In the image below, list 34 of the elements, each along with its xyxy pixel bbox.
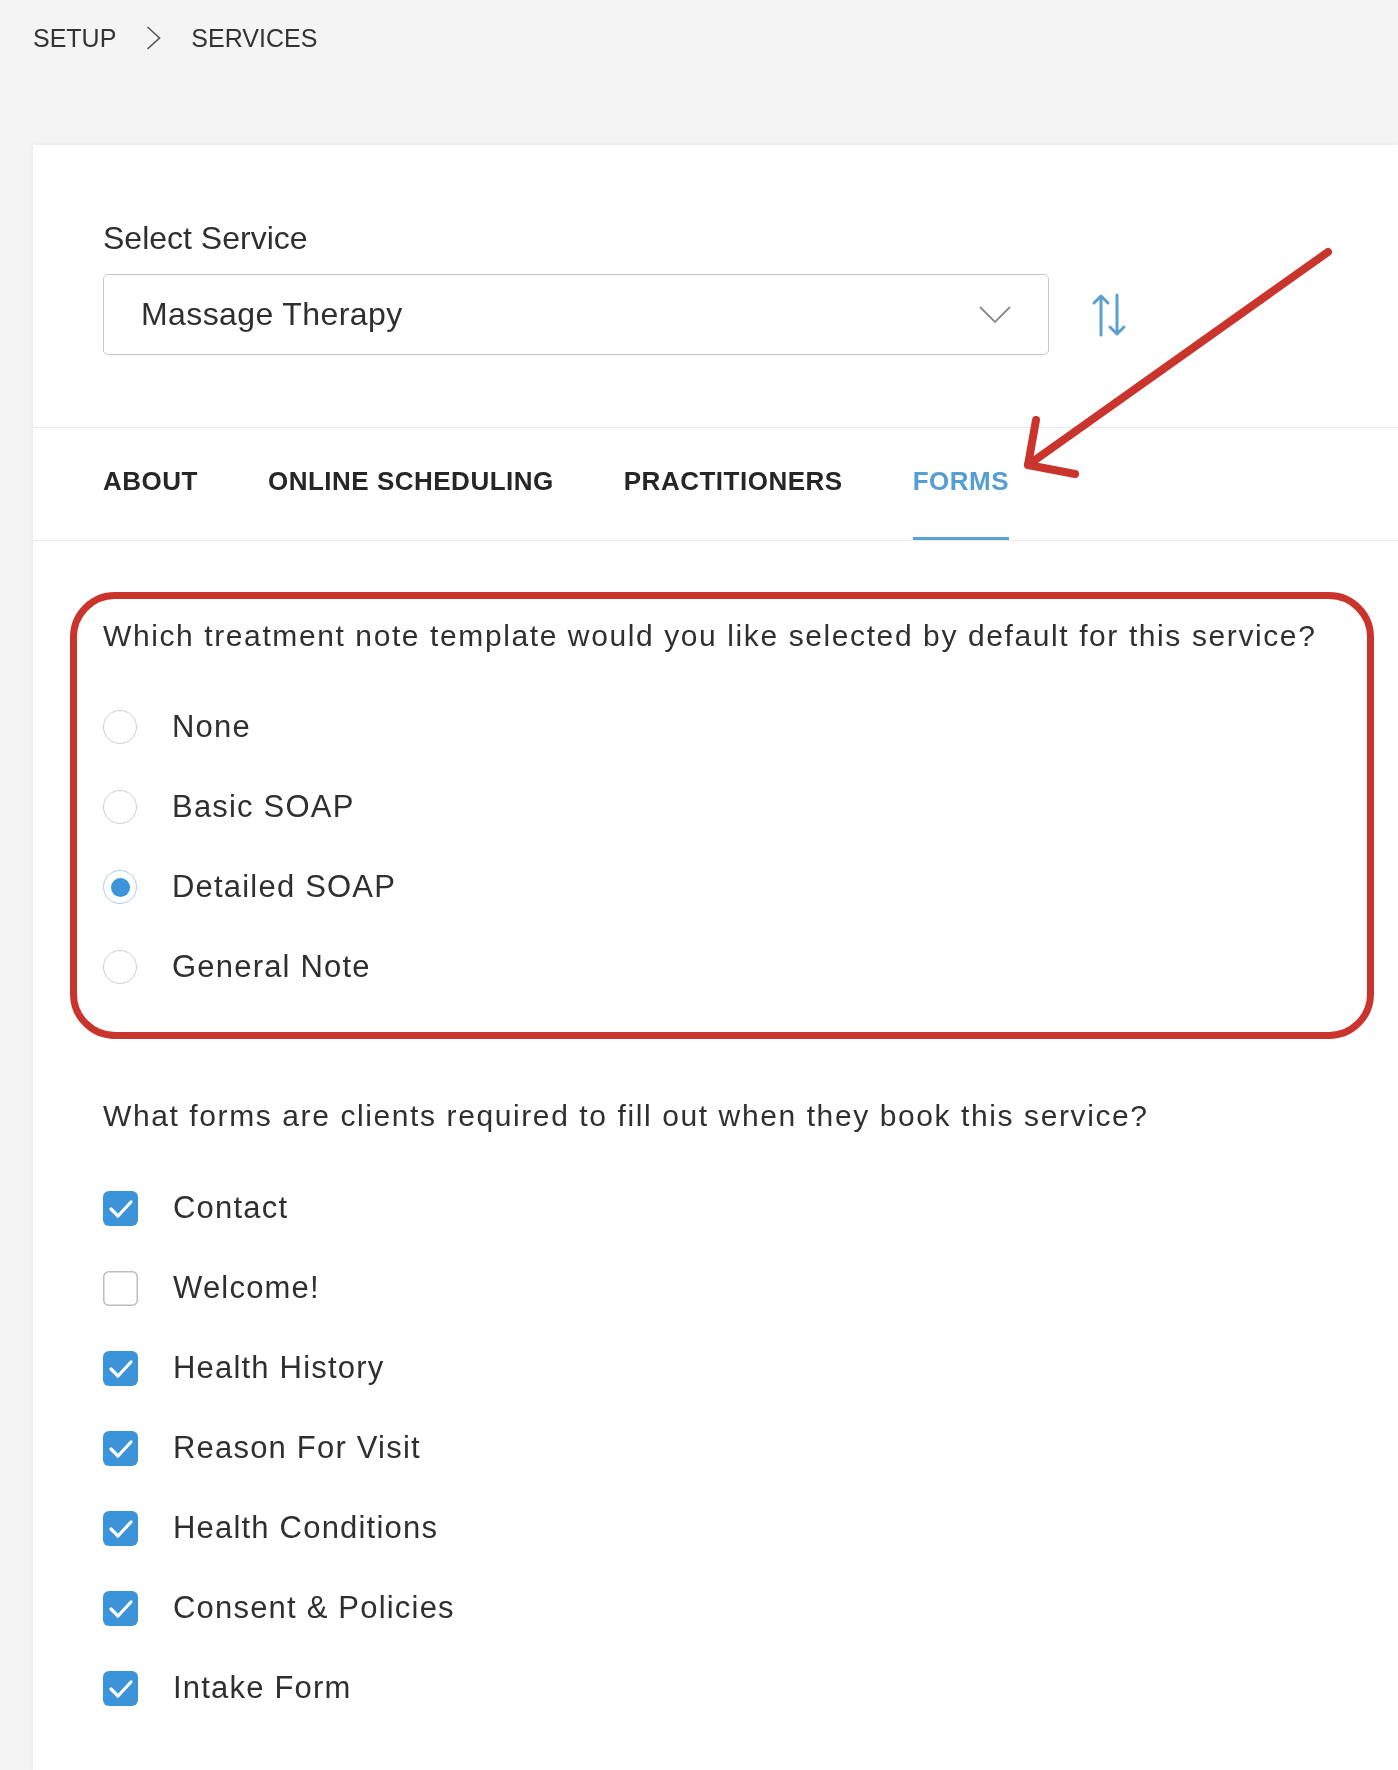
tab[interactable]: ONLINE SCHEDULING (267, 428, 554, 540)
chevron-down-icon (979, 306, 1011, 323)
checkbox[interactable] (103, 1270, 138, 1306)
checkbox[interactable] (103, 1590, 138, 1626)
breadcrumb-current: SERVICES (191, 23, 318, 54)
radio-label[interactable]: Basic SOAP (172, 787, 355, 827)
checkbox-label[interactable]: Intake Form (173, 1668, 352, 1708)
question-text: What forms are clients required to fill out when they book this service? (103, 1098, 1149, 1134)
checkbox[interactable] (103, 1510, 138, 1546)
tab[interactable]: ABOUT (103, 428, 198, 540)
chevron-right-icon (146, 26, 162, 50)
radio-button[interactable] (103, 790, 137, 824)
field-label: Select Service (103, 219, 308, 258)
radio-label[interactable]: General Note (172, 947, 371, 987)
checkbox-label[interactable]: Contact (173, 1188, 289, 1228)
radio-button[interactable] (103, 710, 137, 744)
checkbox-label[interactable]: Consent & Policies (173, 1588, 455, 1628)
checkbox-label[interactable]: Reason For Visit (173, 1428, 421, 1468)
radio-button[interactable] (103, 950, 137, 984)
checkbox[interactable] (103, 1190, 138, 1226)
checkbox[interactable] (103, 1670, 138, 1706)
checkbox-label[interactable]: Health Conditions (173, 1508, 439, 1548)
radio-label[interactable]: Detailed SOAP (172, 867, 397, 907)
tab[interactable]: PRACTITIONERS (623, 428, 843, 540)
service-select[interactable]: Massage Therapy (103, 274, 1049, 355)
checkbox[interactable] (103, 1350, 138, 1386)
checkbox-label[interactable]: Welcome! (173, 1268, 320, 1308)
radio-button[interactable] (103, 870, 137, 904)
breadcrumb-link[interactable]: SETUP (33, 22, 117, 54)
checkbox-label[interactable]: Health History (173, 1348, 385, 1388)
checkbox[interactable] (103, 1430, 138, 1466)
question-text: Which treatment note template would you like selected by default for this service? (103, 618, 1317, 654)
radio-label[interactable]: None (172, 707, 251, 747)
sort-icon[interactable] (1091, 292, 1127, 337)
